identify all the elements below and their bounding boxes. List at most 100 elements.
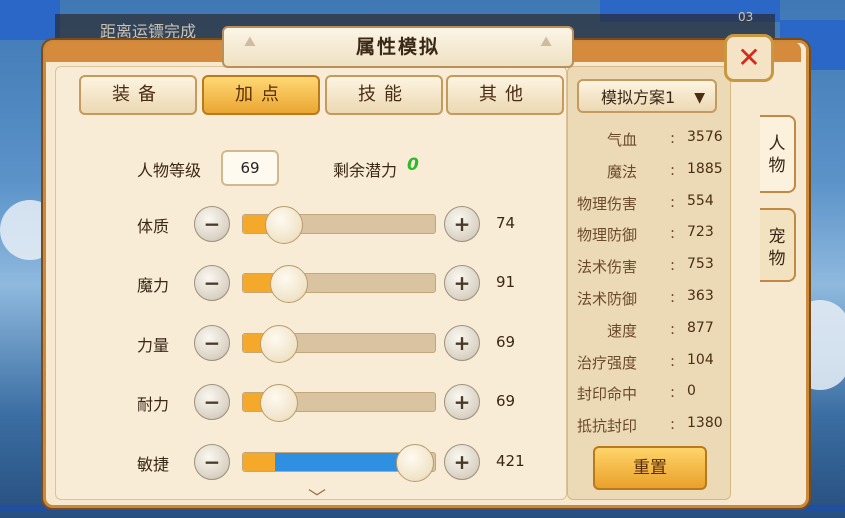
plus-icon: +: [453, 331, 471, 355]
increase-button[interactable]: +: [444, 265, 480, 301]
increase-button[interactable]: +: [444, 384, 480, 420]
summary-value: 363: [687, 288, 714, 304]
increase-button[interactable]: +: [444, 444, 480, 480]
page-title: 属性模拟: [355, 36, 440, 58]
tab-0[interactable]: 装备: [79, 75, 197, 115]
summary-colon: :: [670, 415, 676, 434]
summary-value: 723: [687, 224, 714, 241]
summary-name: 气血: [606, 131, 637, 149]
minus-icon: −: [203, 271, 221, 295]
slider-thumb[interactable]: [270, 265, 308, 303]
side-tab-char: 宠: [768, 227, 786, 247]
level-input[interactable]: 69: [221, 150, 279, 186]
background-tile: [0, 0, 60, 40]
plus-icon: +: [453, 271, 471, 295]
stat-value: 74: [496, 214, 516, 232]
title-decoration: ⛰: [244, 34, 256, 50]
increase-button[interactable]: +: [444, 325, 480, 361]
minus-icon: −: [203, 390, 221, 414]
summary-name: 抵抗封印: [576, 417, 637, 436]
chevron-down-icon: ▼: [694, 90, 705, 106]
slider-thumb[interactable]: [260, 325, 298, 363]
summary-colon: :: [670, 256, 676, 275]
increase-button[interactable]: +: [444, 206, 480, 242]
summary-name: 物理防御: [576, 226, 637, 245]
side-tab-char: 人: [768, 134, 786, 154]
hud-number: 03: [738, 10, 754, 24]
plus-icon: +: [453, 212, 471, 236]
scroll-more-chevron-icon[interactable]: ﹀: [308, 484, 326, 510]
stat-name: 魔力: [137, 276, 170, 295]
stat-slider-track[interactable]: [242, 265, 436, 303]
tab-3[interactable]: 其他: [446, 75, 564, 115]
summary-name: 魔法: [606, 162, 637, 181]
stat-name: 体质: [137, 217, 170, 236]
minus-icon: −: [203, 212, 221, 236]
summary-value: 1380: [687, 415, 723, 432]
side-tab-1[interactable]: 宠物: [760, 208, 796, 282]
stat-slider-track[interactable]: [242, 206, 436, 244]
summary-colon: :: [670, 319, 676, 338]
plus-icon: +: [453, 390, 471, 414]
slider-thumb[interactable]: [265, 206, 303, 244]
stat-value: 69: [496, 392, 516, 410]
summary-value: 1885: [687, 160, 723, 177]
decrease-button[interactable]: −: [194, 384, 230, 420]
summary-colon: :: [670, 288, 676, 306]
summary-value: 3576: [687, 129, 723, 145]
summary-name: 速度: [606, 321, 637, 340]
summary-colon: :: [670, 160, 676, 179]
minus-icon: −: [203, 450, 221, 474]
slider-added-fill: [275, 453, 414, 471]
tab-2[interactable]: 技能: [325, 75, 443, 115]
summary-colon: :: [670, 224, 676, 243]
summary-colon: :: [670, 351, 676, 370]
summary-value: 0: [687, 383, 696, 400]
summary-value: 104: [687, 351, 714, 368]
potential-value: 0: [407, 155, 419, 175]
side-tab-char: 物: [768, 156, 786, 176]
decrease-button[interactable]: −: [194, 265, 230, 301]
summary-value: 877: [687, 319, 714, 336]
plan-select-label: 模拟方案1: [601, 88, 676, 107]
summary-colon: :: [670, 383, 676, 402]
stat-name: 敏捷: [137, 455, 170, 474]
hud-escort-text: 距离运镖完成: [100, 22, 197, 41]
title-plate: ⛰ 属性模拟 ⛰: [222, 26, 574, 68]
tab-1[interactable]: 加点: [202, 75, 320, 115]
side-tab-0[interactable]: 人物: [760, 115, 796, 193]
stat-slider-track[interactable]: [242, 444, 436, 482]
decrease-button[interactable]: −: [194, 325, 230, 361]
decrease-button[interactable]: −: [194, 206, 230, 242]
summary-name: 法术伤害: [576, 258, 637, 277]
close-button[interactable]: ✕: [724, 34, 774, 82]
level-label: 人物等级: [137, 161, 202, 180]
slider-thumb[interactable]: [260, 384, 298, 422]
stat-slider-track[interactable]: [242, 384, 436, 422]
stat-value: 421: [496, 452, 525, 470]
stat-value: 91: [496, 273, 516, 291]
stat-value: 69: [496, 333, 516, 351]
stat-slider-track[interactable]: [242, 325, 436, 363]
summary-value: 753: [687, 256, 714, 273]
summary-name: 法术防御: [576, 290, 637, 308]
summary-colon: :: [670, 129, 676, 147]
title-decoration: ⛰: [540, 34, 552, 50]
side-tab-char: 物: [768, 249, 786, 269]
summary-name: 物理伤害: [576, 194, 637, 213]
slider-base-fill: [243, 453, 275, 471]
slider-thumb[interactable]: [396, 444, 434, 482]
minus-icon: −: [203, 331, 221, 355]
summary-value: 554: [687, 192, 714, 209]
summary-name: 封印命中: [576, 385, 637, 404]
stat-name: 力量: [137, 336, 170, 355]
plus-icon: +: [453, 450, 471, 474]
summary-colon: :: [670, 192, 676, 211]
close-icon: ✕: [737, 41, 761, 74]
plan-select[interactable]: 模拟方案1 ▼: [577, 79, 717, 113]
summary-name: 治疗强度: [576, 353, 637, 372]
decrease-button[interactable]: −: [194, 444, 230, 480]
stat-name: 耐力: [137, 395, 170, 414]
reset-button[interactable]: 重置: [593, 446, 707, 490]
potential-label: 剩余潜力: [333, 161, 398, 180]
